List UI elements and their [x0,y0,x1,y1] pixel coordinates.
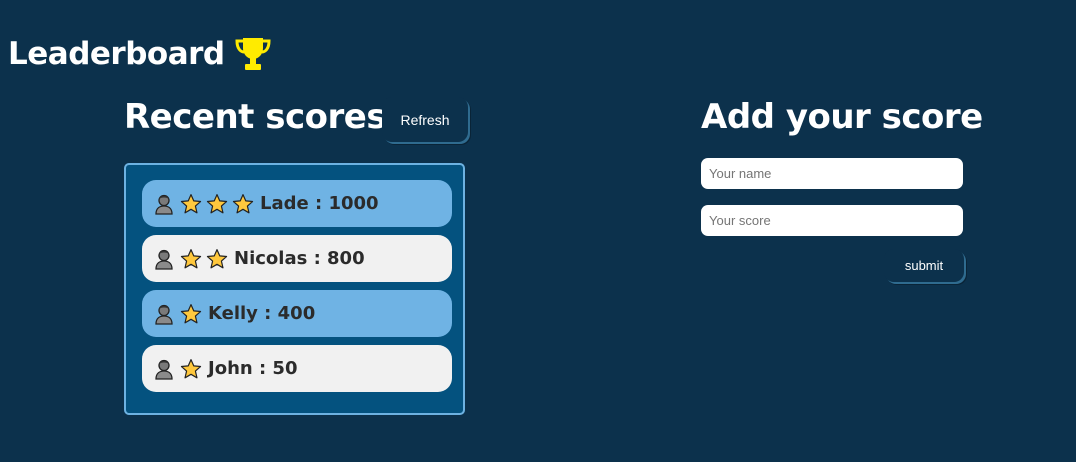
star-icon [180,303,202,323]
score-row: Kelly : 400 [142,290,452,337]
score-row: Lade : 1000 [142,180,452,227]
score-row: John : 50 [142,345,452,392]
star-icon [206,248,228,268]
score-text: Lade : 1000 [260,193,379,214]
star-icon [206,193,228,213]
leaderboard-page: Leaderboard Recent scores Refresh Lade :… [0,0,1076,462]
star-icon [232,193,254,213]
trophy-icon [235,38,271,70]
star-icon [180,248,202,268]
app-title: Leaderboard [8,36,273,72]
score-text: John : 50 [208,358,298,379]
person-icon [155,359,173,380]
app-title-text: Leaderboard [8,36,225,72]
score-row: Nicolas : 800 [142,235,452,282]
star-icon [180,358,202,378]
score-text: Nicolas : 800 [234,248,365,269]
score-input[interactable] [701,205,963,236]
scores-list-container: Lade : 1000 Nicolas : 800 Kelly : 400 John … [124,163,465,415]
person-icon [155,304,173,325]
submit-button[interactable]: submit [884,249,964,282]
person-icon [155,194,173,215]
star-icon [180,193,202,213]
add-score-title: Add your score [701,97,983,137]
refresh-button[interactable]: Refresh [382,97,468,142]
recent-scores-title: Recent scores [124,97,387,137]
person-icon [155,249,173,270]
score-text: Kelly : 400 [208,303,316,324]
name-input[interactable] [701,158,963,189]
